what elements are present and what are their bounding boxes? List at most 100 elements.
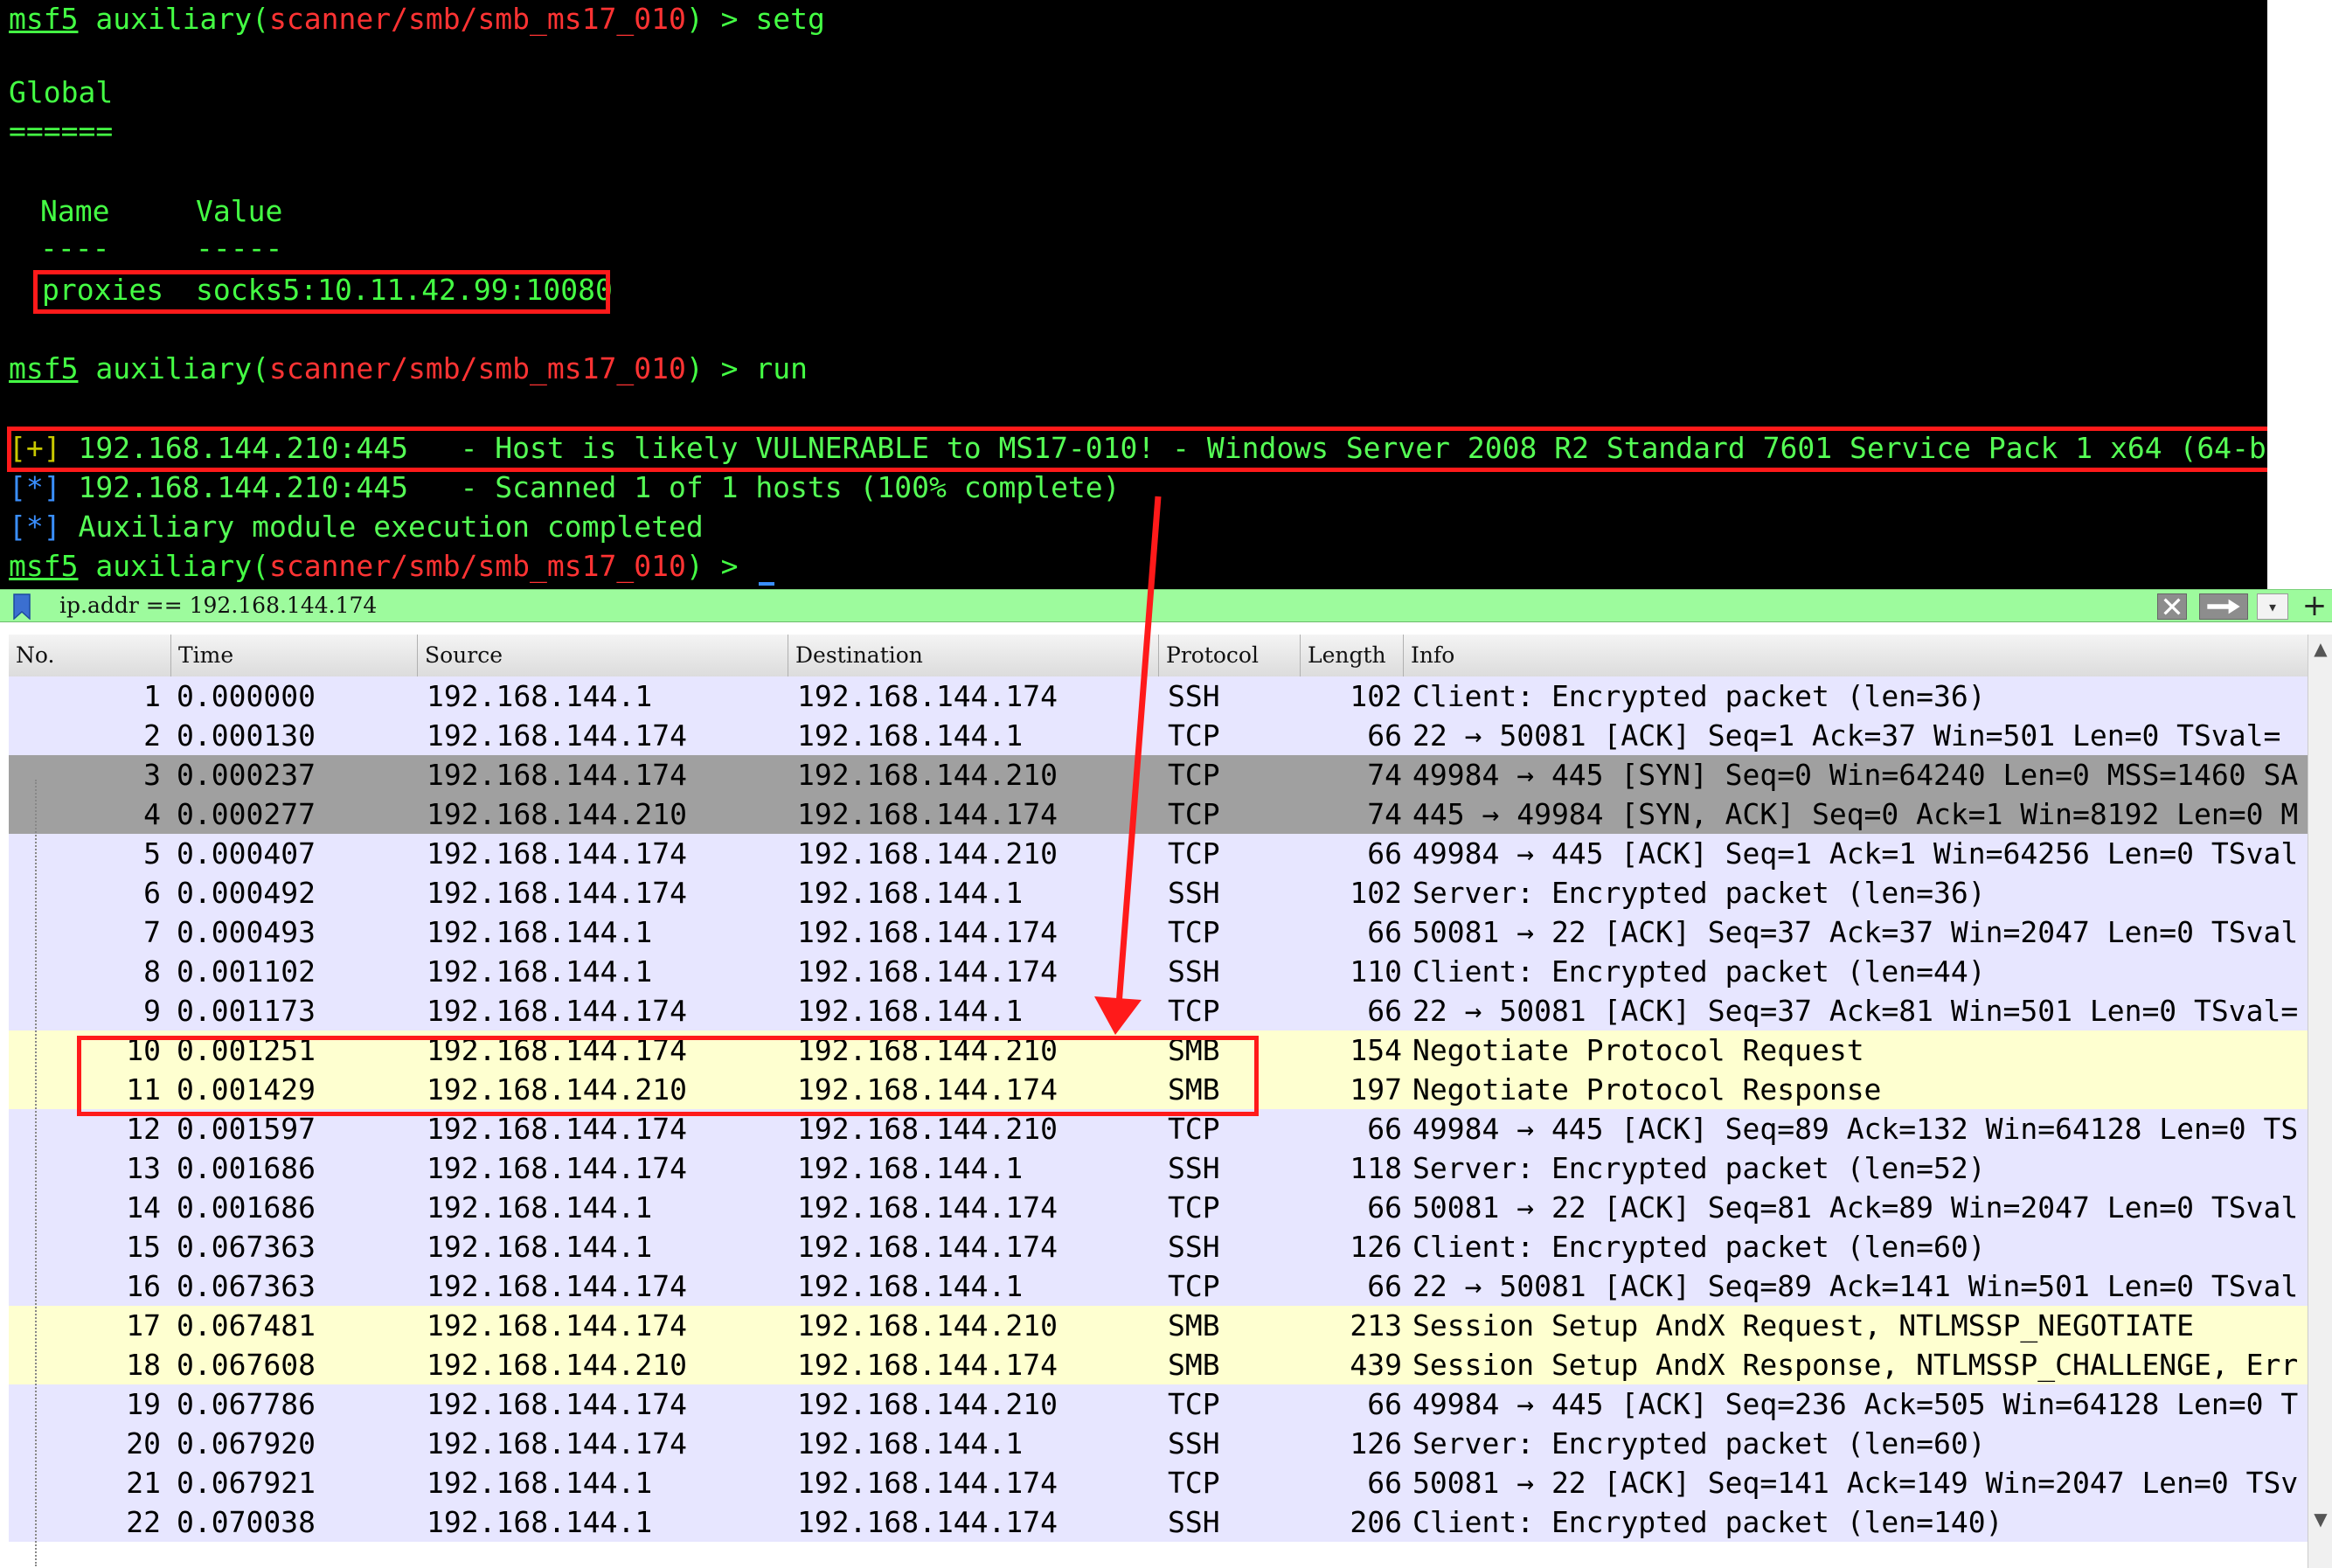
packet-row[interactable]: 2 0.000130 192.168.144.174 192.168.144.1 TCP… xyxy=(9,716,2308,755)
packet-dst-cell: 192.168.144.174 xyxy=(797,679,1058,713)
plus-icon[interactable]: + xyxy=(2299,590,2330,621)
packet-row[interactable]: 21 0.067921 192.168.144.1 192.168.144.174 TC… xyxy=(9,1463,2308,1502)
packet-time-cell: 0.067786 xyxy=(177,1387,316,1421)
packet-dst-cell: 192.168.144.174 xyxy=(797,1190,1058,1225)
vertical-scrollbar[interactable]: ▲ ▼ xyxy=(2308,635,2332,1568)
prompt-prefix: auxiliary( xyxy=(78,549,270,583)
packet-src-cell: 192.168.144.1 xyxy=(427,1505,653,1539)
column-header-source[interactable]: Source xyxy=(418,635,788,676)
column-header-destination[interactable]: Destination xyxy=(788,635,1159,676)
packet-dst-cell: 192.168.144.210 xyxy=(797,1308,1058,1343)
packet-len-cell: 66 xyxy=(1367,1387,1402,1421)
column-header-time[interactable]: Time xyxy=(171,635,418,676)
packet-time-cell: 0.000130 xyxy=(177,718,316,753)
annotation-box-proxies xyxy=(33,270,610,314)
packet-time-cell: 0.000000 xyxy=(177,679,316,713)
display-filter-bar[interactable]: ip.addr == 192.168.144.174 ▾ + xyxy=(0,589,2332,622)
packet-proto-cell: SSH xyxy=(1168,679,1220,713)
module-name: scanner/smb/smb_ms17_010 xyxy=(269,2,686,36)
prompt-suffix: ) > xyxy=(685,2,756,36)
column-header-no[interactable]: No. xyxy=(9,635,171,676)
packet-row[interactable]: 3 0.000237 192.168.144.174 192.168.144.210 T… xyxy=(9,755,2308,794)
column-header-protocol[interactable]: Protocol xyxy=(1159,635,1301,676)
packet-info-cell: Session Setup AndX Request, NTLMSSP_NEGO… xyxy=(1412,1308,2195,1343)
packet-row[interactable]: 5 0.000407 192.168.144.174 192.168.144.210 T… xyxy=(9,834,2308,873)
packet-list[interactable]: No. Time Source Destination Protocol Len… xyxy=(9,622,2332,1568)
module-name: scanner/smb/smb_ms17_010 xyxy=(269,549,686,583)
chevron-down-icon[interactable]: ▾ xyxy=(2257,593,2288,620)
packet-len-cell: 197 xyxy=(1350,1072,1402,1107)
packet-info-cell: Server: Encrypted packet (len=52) xyxy=(1412,1151,1986,1185)
packet-src-cell: 192.168.144.174 xyxy=(427,1269,688,1303)
packet-proto-cell: SSH xyxy=(1168,954,1220,989)
global-heading: Global xyxy=(9,75,114,109)
packet-src-cell: 192.168.144.1 xyxy=(427,954,653,989)
packet-dst-cell: 192.168.144.1 xyxy=(797,1151,1024,1185)
packet-no-cell: 6 xyxy=(143,876,161,910)
packet-len-cell: 102 xyxy=(1350,876,1402,910)
packet-time-cell: 0.000492 xyxy=(177,876,316,910)
packet-dst-cell: 192.168.144.1 xyxy=(797,994,1024,1028)
prompt-prefix: auxiliary( xyxy=(78,2,270,36)
packet-no-cell: 19 xyxy=(126,1387,161,1421)
packet-row[interactable]: 8 0.001102 192.168.144.1 192.168.144.174 SSH… xyxy=(9,952,2308,991)
terminal-prompt-current[interactable]: msf5 auxiliary(scanner/smb/smb_ms17_010)… xyxy=(9,547,775,586)
packet-dst-cell: 192.168.144.1 xyxy=(797,876,1024,910)
packet-dst-cell: 192.168.144.174 xyxy=(797,915,1058,949)
terminal-prompt: msf5 xyxy=(9,549,79,583)
packet-row[interactable]: 20 0.067920 192.168.144.174 192.168.144.1 SS… xyxy=(9,1424,2308,1463)
packet-row[interactable]: 14 0.001686 192.168.144.1 192.168.144.174 TC… xyxy=(9,1188,2308,1227)
packet-row[interactable]: 4 0.000277 192.168.144.210 192.168.144.174 T… xyxy=(9,794,2308,834)
packet-len-cell: 66 xyxy=(1367,718,1402,753)
display-filter-input[interactable]: ip.addr == 192.168.144.174 xyxy=(59,590,377,621)
output-completed-line: [*] Auxiliary module execution completed xyxy=(9,508,704,546)
packet-dst-cell: 192.168.144.1 xyxy=(797,1426,1024,1460)
packet-no-cell: 3 xyxy=(143,758,161,792)
packet-len-cell: 74 xyxy=(1367,758,1402,792)
packet-info-cell: Server: Encrypted packet (len=60) xyxy=(1412,1426,1986,1460)
clear-filter-icon[interactable] xyxy=(2157,593,2187,620)
packet-dst-cell: 192.168.144.1 xyxy=(797,718,1024,753)
packet-src-cell: 192.168.144.174 xyxy=(427,1426,688,1460)
packet-row[interactable]: 22 0.070038 192.168.144.1 192.168.144.174 SS… xyxy=(9,1502,2308,1542)
packet-time-cell: 0.067363 xyxy=(177,1269,316,1303)
packet-row[interactable]: 19 0.067786 192.168.144.174 192.168.144.210… xyxy=(9,1384,2308,1424)
packet-len-cell: 66 xyxy=(1367,915,1402,949)
packet-proto-cell: TCP xyxy=(1168,1269,1220,1303)
scroll-up-icon[interactable]: ▲ xyxy=(2308,638,2332,663)
packet-row[interactable]: 13 0.001686 192.168.144.174 192.168.144.1 SS… xyxy=(9,1148,2308,1188)
packet-row[interactable]: 6 0.000492 192.168.144.174 192.168.144.1 SSH… xyxy=(9,873,2308,912)
apply-filter-arrow-icon[interactable] xyxy=(2199,593,2248,620)
packet-row[interactable]: 15 0.067363 192.168.144.1 192.168.144.174 SS… xyxy=(9,1227,2308,1266)
packet-no-cell: 13 xyxy=(126,1151,161,1185)
packet-len-cell: 439 xyxy=(1350,1348,1402,1382)
packet-info-cell: 49984 → 445 [ACK] Seq=89 Ack=132 Win=641… xyxy=(1412,1112,2299,1146)
column-header-length[interactable]: Length xyxy=(1301,635,1404,676)
packet-info-cell: Client: Encrypted packet (len=60) xyxy=(1412,1230,1986,1264)
packet-src-cell: 192.168.144.174 xyxy=(427,836,688,871)
column-value-underline: ----- xyxy=(196,231,283,265)
prompt-suffix: ) > xyxy=(685,351,756,385)
bookmark-icon[interactable] xyxy=(12,593,31,620)
packet-time-cell: 0.067608 xyxy=(177,1348,316,1382)
packet-no-cell: 2 xyxy=(143,718,161,753)
packet-row[interactable]: 18 0.067608 192.168.144.210 192.168.144.174… xyxy=(9,1345,2308,1384)
packet-proto-cell: SMB xyxy=(1168,1308,1220,1343)
packet-info-cell: 49984 → 445 [ACK] Seq=236 Ack=505 Win=64… xyxy=(1412,1387,2299,1421)
packet-time-cell: 0.067481 xyxy=(177,1308,316,1343)
packet-proto-cell: TCP xyxy=(1168,1387,1220,1421)
scroll-down-icon[interactable]: ▼ xyxy=(2308,1509,2332,1533)
packet-len-cell: 74 xyxy=(1367,797,1402,831)
packet-list-header: No. Time Source Destination Protocol Len… xyxy=(9,635,2308,677)
annotation-box-vulnerable xyxy=(7,427,2267,472)
packet-row[interactable]: 1 0.000000 192.168.144.1 192.168.144.174 SSH… xyxy=(9,676,2308,716)
packet-src-cell: 192.168.144.174 xyxy=(427,1151,688,1185)
column-name-header: Name xyxy=(40,194,110,228)
column-header-info[interactable]: Info xyxy=(1404,635,2308,676)
packet-row[interactable]: 16 0.067363 192.168.144.174 192.168.144.1 TC… xyxy=(9,1266,2308,1306)
packet-proto-cell: TCP xyxy=(1168,915,1220,949)
packet-row[interactable]: 17 0.067481 192.168.144.174 192.168.144.210… xyxy=(9,1306,2308,1345)
packet-row[interactable]: 7 0.000493 192.168.144.1 192.168.144.174 TCP… xyxy=(9,912,2308,952)
packet-len-cell: 118 xyxy=(1350,1151,1402,1185)
packet-row[interactable]: 9 0.001173 192.168.144.174 192.168.144.1 TCP… xyxy=(9,991,2308,1030)
